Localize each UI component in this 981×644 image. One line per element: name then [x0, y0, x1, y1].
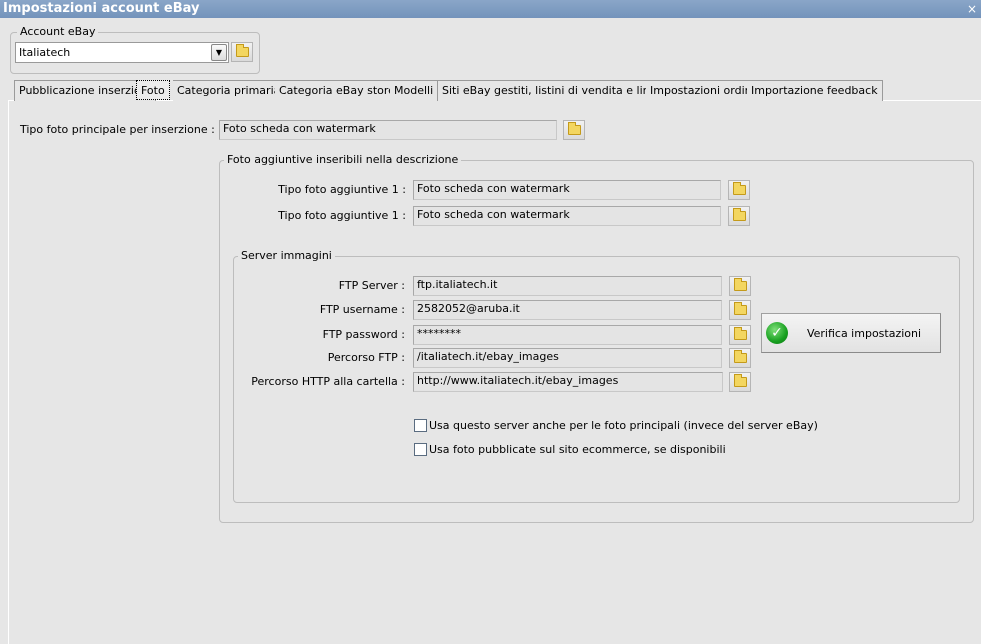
http-path-field[interactable]: http://www.italiatech.it/ebay_images	[413, 372, 723, 392]
tab-siti[interactable]: Siti eBay gestiti, listini di vendita e …	[438, 80, 676, 101]
check-icon: ✓	[766, 322, 788, 344]
use-server-main-label: Usa questo server anche per le foto prin…	[429, 419, 818, 432]
folder-icon	[567, 122, 581, 135]
use-server-main-checkbox[interactable]	[414, 419, 427, 432]
verify-settings-button[interactable]: ✓ Verifica impostazioni	[761, 313, 941, 353]
extra-legend: Foto aggiuntive inseribili nella descriz…	[224, 153, 462, 166]
tab-importazione-feedback[interactable]: Importazione feedback	[747, 80, 883, 101]
tab-modelli[interactable]: Modelli	[390, 80, 439, 101]
ftp-path-label: Percorso FTP :	[327, 351, 405, 364]
title-bar: Impostazioni account eBay	[0, 0, 981, 18]
main-photo-folder-button[interactable]	[563, 120, 585, 140]
ftp-username-folder-button[interactable]	[729, 300, 751, 320]
folder-icon	[733, 278, 747, 291]
server-legend: Server immagini	[238, 249, 335, 262]
http-path-folder-button[interactable]	[729, 372, 751, 392]
extra-label-2: Tipo foto aggiuntive 1 :	[278, 209, 406, 222]
account-folder-button[interactable]	[231, 42, 253, 62]
verify-label: Verifica impostazioni	[806, 326, 922, 340]
tab-pubblicazione[interactable]: Pubblicazione inserzioni	[14, 80, 156, 101]
account-legend: Account eBay	[17, 25, 99, 38]
folder-icon	[733, 327, 747, 340]
ftp-server-folder-button[interactable]	[729, 276, 751, 296]
extra-folder-button-1[interactable]	[728, 180, 750, 200]
ftp-username-label: FTP username :	[319, 303, 405, 316]
ftp-password-label: FTP password :	[322, 328, 405, 341]
folder-icon	[733, 374, 747, 387]
ftp-password-field[interactable]: ********	[413, 325, 722, 345]
folder-icon	[733, 302, 747, 315]
account-select[interactable]: Italiatech ▼	[15, 42, 229, 63]
folder-icon	[732, 208, 746, 221]
folder-icon	[732, 182, 746, 195]
extra-label-1: Tipo foto aggiuntive 1 :	[278, 183, 406, 196]
ftp-server-field[interactable]: ftp.italiatech.it	[413, 276, 722, 296]
use-ecommerce-photos-checkbox[interactable]	[414, 443, 427, 456]
folder-icon	[733, 350, 747, 363]
extra-field-1[interactable]: Foto scheda con watermark	[413, 180, 721, 200]
window-title: Impostazioni account eBay	[3, 1, 200, 16]
extra-folder-button-2[interactable]	[728, 206, 750, 226]
extra-field-2[interactable]: Foto scheda con watermark	[413, 206, 721, 226]
tab-impostazioni-ordini[interactable]: Impostazioni ordini	[646, 80, 760, 101]
close-icon[interactable]: ×	[967, 0, 977, 18]
chevron-down-icon[interactable]: ▼	[211, 44, 227, 61]
account-value: Italiatech	[19, 46, 71, 59]
ftp-password-folder-button[interactable]	[729, 325, 751, 345]
ftp-path-field[interactable]: /italiatech.it/ebay_images	[413, 348, 722, 368]
tab-foto[interactable]: Foto	[136, 80, 170, 100]
ftp-username-field[interactable]: 2582052@aruba.it	[413, 300, 722, 320]
main-photo-field[interactable]: Foto scheda con watermark	[219, 120, 557, 140]
ftp-path-folder-button[interactable]	[729, 348, 751, 368]
use-ecommerce-photos-label: Usa foto pubblicate sul sito ecommerce, …	[429, 443, 726, 456]
ftp-server-label: FTP Server :	[338, 279, 405, 292]
http-path-label: Percorso HTTP alla cartella :	[251, 375, 405, 388]
folder-icon	[235, 44, 249, 57]
main-photo-label: Tipo foto principale per inserzione :	[20, 123, 215, 136]
tab-categoria-primaria[interactable]: Categoria primaria	[173, 80, 286, 101]
tab-categoria-store[interactable]: Categoria eBay store	[275, 80, 400, 101]
